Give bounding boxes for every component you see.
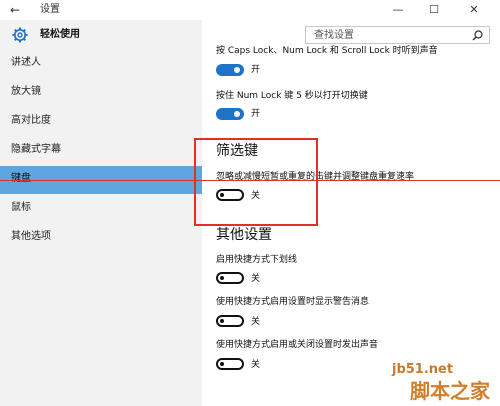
shortcut-underline-toggle[interactable] bbox=[216, 272, 244, 284]
annotation-highlight-box bbox=[194, 138, 318, 226]
sidebar-item-closed-captions[interactable]: 隐藏式字幕 bbox=[0, 137, 202, 165]
annotation-line bbox=[0, 180, 500, 181]
shortcut-warning-state: 关 bbox=[251, 317, 261, 327]
shortcut-warning-desc: 使用快捷方式启用设置时显示警告消息 bbox=[216, 297, 370, 307]
caps-lock-sound-toggle[interactable] bbox=[216, 64, 244, 76]
sidebar-item-label: 隐藏式字幕 bbox=[11, 144, 61, 155]
sidebar-header: 轻松使用 bbox=[0, 20, 202, 50]
back-arrow-icon[interactable]: ← bbox=[10, 2, 28, 18]
sidebar-item-label: 键盘 bbox=[11, 173, 31, 184]
shortcut-underline-desc: 启用快捷方式下划线 bbox=[216, 255, 298, 265]
other-settings-heading: 其他设置 bbox=[216, 227, 272, 243]
sidebar-item-label: 其他选项 bbox=[11, 231, 51, 242]
close-button[interactable]: ✕ bbox=[460, 1, 488, 19]
caps-lock-sound-desc: 按 Caps Lock、Num Lock 和 Scroll Lock 时听到声音 bbox=[216, 46, 438, 56]
shortcut-sound-toggle[interactable] bbox=[216, 358, 244, 370]
sidebar-title: 轻松使用 bbox=[40, 29, 80, 40]
numlock-toggle-keys-desc: 按住 Num Lock 键 5 秒以打开切换键 bbox=[216, 91, 368, 101]
gear-icon bbox=[12, 27, 28, 43]
sidebar-item-label: 高对比度 bbox=[11, 115, 51, 126]
caps-lock-sound-state: 开 bbox=[251, 65, 261, 75]
watermark-url: jb51.net bbox=[392, 362, 454, 377]
maximize-button[interactable]: ☐ bbox=[420, 1, 448, 19]
shortcut-underline-state: 关 bbox=[251, 274, 261, 284]
numlock-toggle-keys-toggle[interactable] bbox=[216, 108, 244, 120]
shortcut-warning-toggle[interactable] bbox=[216, 315, 244, 327]
sidebar-item-label: 鼠标 bbox=[11, 202, 31, 213]
sidebar-item-high-contrast[interactable]: 高对比度 bbox=[0, 108, 202, 136]
watermark-logo: 脚本之家 bbox=[410, 379, 490, 403]
sidebar-item-other-options[interactable]: 其他选项 bbox=[0, 224, 202, 252]
sidebar: 轻松使用 讲述人 放大镜 高对比度 隐藏式字幕 键盘 鼠标 其他选项 bbox=[0, 20, 202, 406]
minimize-button[interactable]: — bbox=[384, 1, 412, 19]
sidebar-item-label: 放大镜 bbox=[11, 86, 41, 97]
numlock-toggle-keys-state: 开 bbox=[251, 109, 261, 119]
window-title: 设置 bbox=[40, 4, 60, 15]
sidebar-item-label: 讲述人 bbox=[11, 57, 41, 68]
shortcut-sound-state: 关 bbox=[251, 360, 261, 370]
shortcut-sound-desc: 使用快捷方式启用或关闭设置时发出声音 bbox=[216, 340, 379, 350]
sidebar-item-mouse[interactable]: 鼠标 bbox=[0, 195, 202, 223]
title-bar: ← 设置 — ☐ ✕ bbox=[0, 0, 500, 20]
sidebar-item-magnifier[interactable]: 放大镜 bbox=[0, 79, 202, 107]
sidebar-item-narrator[interactable]: 讲述人 bbox=[0, 50, 202, 78]
